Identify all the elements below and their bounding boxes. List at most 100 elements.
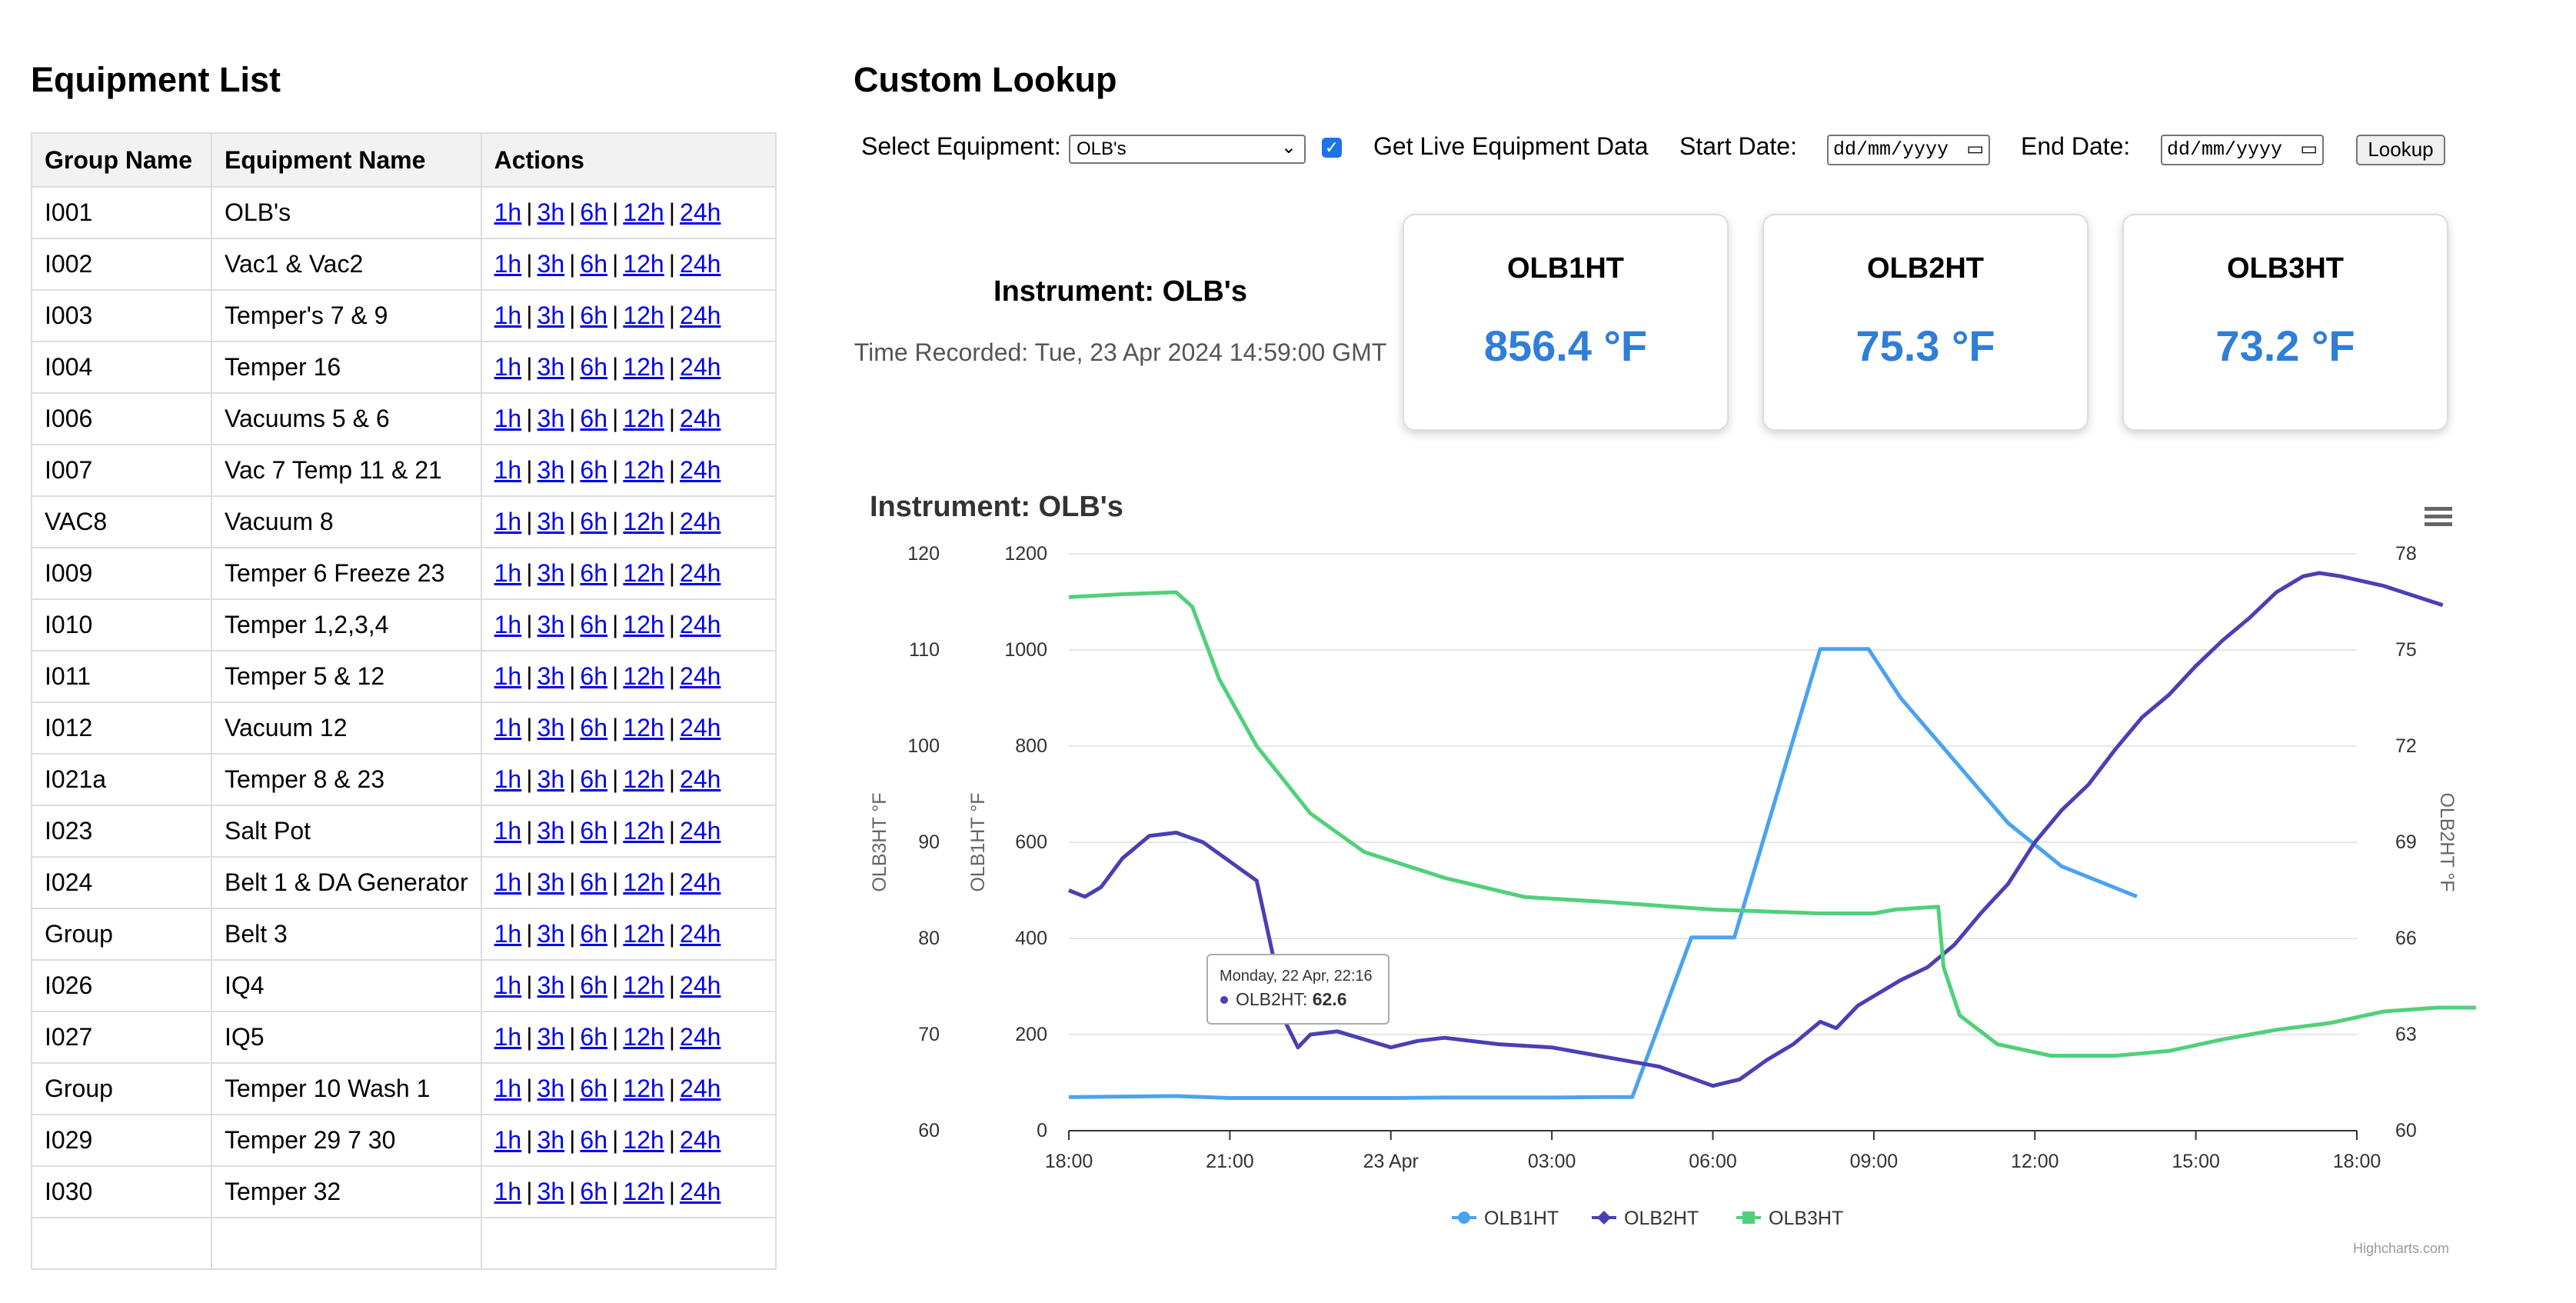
action-link-3h[interactable]: 3h <box>537 868 565 896</box>
action-link-24h[interactable]: 24h <box>680 817 721 845</box>
action-link-24h[interactable]: 24h <box>680 971 721 999</box>
action-link-3h[interactable]: 3h <box>537 1126 565 1154</box>
action-link-3h[interactable]: 3h <box>537 920 565 948</box>
action-link-12h[interactable]: 12h <box>623 1075 664 1102</box>
action-link-6h[interactable]: 6h <box>580 302 607 329</box>
action-link-1h[interactable]: 1h <box>494 353 522 381</box>
live-data-checkbox[interactable]: ✓ <box>1322 138 1342 158</box>
action-link-1h[interactable]: 1h <box>494 405 522 432</box>
action-link-3h[interactable]: 3h <box>537 1178 565 1205</box>
action-link-3h[interactable]: 3h <box>537 817 565 845</box>
action-link-12h[interactable]: 12h <box>623 662 664 690</box>
action-link-12h[interactable]: 12h <box>623 250 664 278</box>
legend-item-olb1ht[interactable]: OLB1HT <box>1452 1208 1559 1229</box>
equipment-select[interactable]: OLB's ⌄ <box>1069 135 1306 164</box>
action-link-12h[interactable]: 12h <box>623 302 664 329</box>
action-link-1h[interactable]: 1h <box>494 250 522 278</box>
action-link-12h[interactable]: 12h <box>623 198 664 226</box>
action-link-1h[interactable]: 1h <box>494 456 522 484</box>
action-link-3h[interactable]: 3h <box>537 353 565 381</box>
action-link-24h[interactable]: 24h <box>680 611 721 638</box>
action-link-6h[interactable]: 6h <box>580 714 607 741</box>
action-link-24h[interactable]: 24h <box>680 714 721 741</box>
action-link-3h[interactable]: 3h <box>537 508 565 535</box>
action-link-1h[interactable]: 1h <box>494 662 522 690</box>
action-link-24h[interactable]: 24h <box>680 1178 721 1205</box>
action-link-12h[interactable]: 12h <box>623 353 664 381</box>
action-link-6h[interactable]: 6h <box>580 405 607 432</box>
action-link-6h[interactable]: 6h <box>580 250 607 278</box>
action-link-24h[interactable]: 24h <box>680 765 721 793</box>
action-link-12h[interactable]: 12h <box>623 971 664 999</box>
action-link-3h[interactable]: 3h <box>537 714 565 741</box>
action-link-24h[interactable]: 24h <box>680 198 721 226</box>
start-date-input[interactable]: dd/mm/yyyy ▭ <box>1827 135 1990 165</box>
action-link-12h[interactable]: 12h <box>623 508 664 535</box>
action-link-12h[interactable]: 12h <box>623 456 664 484</box>
action-link-1h[interactable]: 1h <box>494 971 522 999</box>
action-link-1h[interactable]: 1h <box>494 817 522 845</box>
action-link-6h[interactable]: 6h <box>580 1075 607 1102</box>
action-link-6h[interactable]: 6h <box>580 765 607 793</box>
chart-menu-icon[interactable] <box>2422 504 2455 533</box>
action-link-3h[interactable]: 3h <box>537 611 565 638</box>
action-link-6h[interactable]: 6h <box>580 662 607 690</box>
action-link-1h[interactable]: 1h <box>494 1178 522 1205</box>
action-link-24h[interactable]: 24h <box>680 1126 721 1154</box>
action-link-3h[interactable]: 3h <box>537 456 565 484</box>
action-link-12h[interactable]: 12h <box>623 765 664 793</box>
action-link-12h[interactable]: 12h <box>623 405 664 432</box>
action-link-1h[interactable]: 1h <box>494 611 522 638</box>
action-link-24h[interactable]: 24h <box>680 662 721 690</box>
action-link-24h[interactable]: 24h <box>680 559 721 587</box>
action-link-1h[interactable]: 1h <box>494 920 522 948</box>
action-link-12h[interactable]: 12h <box>623 611 664 638</box>
action-link-24h[interactable]: 24h <box>680 405 721 432</box>
calendar-icon[interactable]: ▭ <box>2300 138 2318 159</box>
lookup-button[interactable]: Lookup <box>2356 135 2445 165</box>
action-link-24h[interactable]: 24h <box>680 302 721 329</box>
legend-item-olb2ht[interactable]: OLB2HT <box>1592 1208 1699 1229</box>
action-link-12h[interactable]: 12h <box>623 1126 664 1154</box>
legend-item-olb3ht[interactable]: OLB3HT <box>1736 1208 1843 1229</box>
action-link-6h[interactable]: 6h <box>580 971 607 999</box>
action-link-6h[interactable]: 6h <box>580 868 607 896</box>
action-link-1h[interactable]: 1h <box>494 559 522 587</box>
action-link-6h[interactable]: 6h <box>580 353 607 381</box>
action-link-12h[interactable]: 12h <box>623 868 664 896</box>
action-link-3h[interactable]: 3h <box>537 1075 565 1102</box>
action-link-24h[interactable]: 24h <box>680 353 721 381</box>
action-link-12h[interactable]: 12h <box>623 920 664 948</box>
action-link-12h[interactable]: 12h <box>623 1178 664 1205</box>
action-link-24h[interactable]: 24h <box>680 1023 721 1051</box>
action-link-1h[interactable]: 1h <box>494 198 522 226</box>
end-date-input[interactable]: dd/mm/yyyy ▭ <box>2161 135 2324 165</box>
action-link-24h[interactable]: 24h <box>680 920 721 948</box>
action-link-6h[interactable]: 6h <box>580 1023 607 1051</box>
action-link-12h[interactable]: 12h <box>623 1023 664 1051</box>
action-link-3h[interactable]: 3h <box>537 765 565 793</box>
calendar-icon[interactable]: ▭ <box>1966 138 1984 159</box>
action-link-24h[interactable]: 24h <box>680 1075 721 1102</box>
action-link-3h[interactable]: 3h <box>537 302 565 329</box>
action-link-1h[interactable]: 1h <box>494 714 522 741</box>
action-link-1h[interactable]: 1h <box>494 1023 522 1051</box>
action-link-6h[interactable]: 6h <box>580 1178 607 1205</box>
action-link-6h[interactable]: 6h <box>580 508 607 535</box>
action-link-1h[interactable]: 1h <box>494 302 522 329</box>
action-link-6h[interactable]: 6h <box>580 559 607 587</box>
action-link-1h[interactable]: 1h <box>494 508 522 535</box>
action-link-12h[interactable]: 12h <box>623 817 664 845</box>
action-link-24h[interactable]: 24h <box>680 868 721 896</box>
action-link-3h[interactable]: 3h <box>537 405 565 432</box>
action-link-1h[interactable]: 1h <box>494 1075 522 1102</box>
action-link-24h[interactable]: 24h <box>680 508 721 535</box>
action-link-6h[interactable]: 6h <box>580 817 607 845</box>
action-link-6h[interactable]: 6h <box>580 456 607 484</box>
action-link-12h[interactable]: 12h <box>623 714 664 741</box>
action-link-12h[interactable]: 12h <box>623 559 664 587</box>
action-link-24h[interactable]: 24h <box>680 250 721 278</box>
action-link-3h[interactable]: 3h <box>537 250 565 278</box>
action-link-6h[interactable]: 6h <box>580 611 607 638</box>
action-link-3h[interactable]: 3h <box>537 1023 565 1051</box>
